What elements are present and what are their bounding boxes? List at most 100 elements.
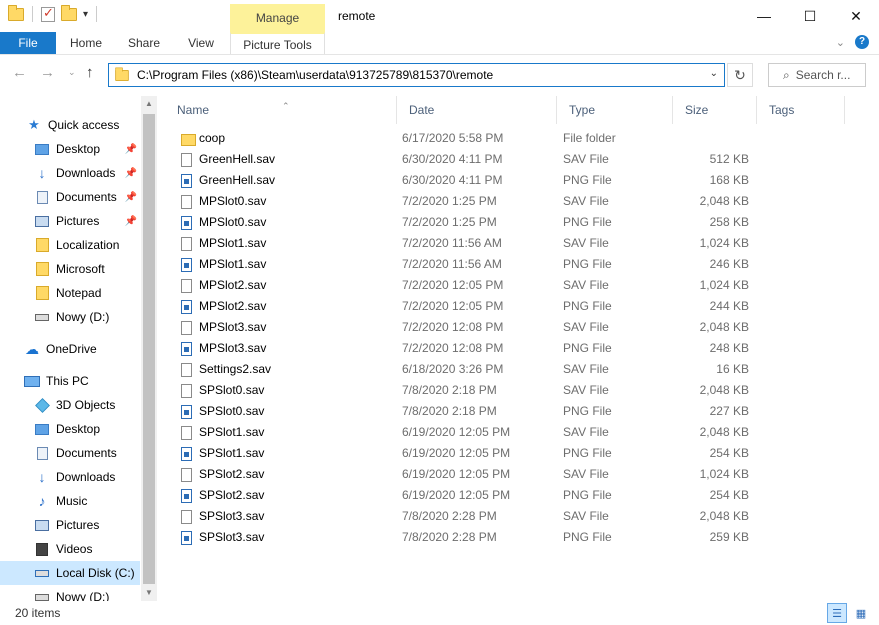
nav-item-pictures[interactable]: Pictures 📌 (34, 210, 140, 232)
file-date: 6/19/2020 12:05 PM (402, 467, 511, 481)
nav-label: Pictures (56, 214, 100, 228)
file-row[interactable]: SPSlot1.sav 6/19/2020 12:05 PM SAV File 2,0… (165, 422, 765, 443)
file-row[interactable]: SPSlot2.sav 6/19/2020 12:05 PM PNG File 254… (165, 485, 765, 506)
help-icon[interactable]: ? (855, 35, 869, 49)
refresh-button[interactable]: ↻ (727, 63, 753, 87)
file-row[interactable]: Settings2.sav 6/18/2020 3:26 PM SAV File 16… (165, 359, 765, 380)
tab-share[interactable]: Share (116, 32, 172, 54)
nav-item-local-disk-c[interactable]: Local Disk (C:) (0, 561, 140, 585)
minimize-button[interactable]: — (741, 0, 787, 32)
file-row[interactable]: SPSlot0.sav 7/8/2020 2:18 PM PNG File 227 K… (165, 401, 765, 422)
nav-label: Desktop (56, 422, 101, 436)
forward-arrow-icon[interactable]: → (40, 64, 55, 81)
nav-item-pc-documents[interactable]: Documents (34, 442, 157, 464)
expand-ribbon-icon[interactable]: ⌄ (836, 36, 845, 49)
file-row[interactable]: MPSlot3.sav 7/2/2020 12:08 PM PNG File 248 … (165, 338, 765, 359)
up-arrow-icon[interactable]: ↑ (86, 64, 94, 81)
pin-icon[interactable]: 📌 (125, 216, 137, 227)
pin-icon[interactable]: 📌 (125, 168, 137, 179)
nav-item-pc-desktop[interactable]: Desktop (34, 418, 157, 440)
tab-picture-tools[interactable]: Picture Tools (230, 32, 325, 54)
file-row[interactable]: SPSlot3.sav 7/8/2020 2:28 PM PNG File 259 K… (165, 527, 765, 548)
file-size: 254 KB (709, 446, 749, 460)
back-arrow-icon[interactable]: ← (12, 64, 27, 81)
file-row[interactable]: MPSlot0.sav 7/2/2020 1:25 PM SAV File 2,048… (165, 191, 765, 212)
tab-home[interactable]: Home (58, 32, 114, 54)
details-view-icon[interactable]: ☰ (827, 603, 847, 623)
column-header-name[interactable]: Name ⌃ (165, 96, 397, 124)
nav-item-music[interactable]: ♪ Music (34, 490, 157, 512)
file-row[interactable]: MPSlot1.sav 7/2/2020 11:56 AM PNG File 246 … (165, 254, 765, 275)
file-name: coop (199, 131, 226, 145)
nav-item-notepad[interactable]: Notepad (34, 282, 157, 304)
scroll-down-icon[interactable]: ▼ (141, 585, 157, 601)
column-header-tags[interactable]: Tags (757, 96, 845, 124)
folder-icon (34, 262, 50, 276)
new-folder-icon[interactable] (61, 4, 77, 21)
file-row[interactable]: SPSlot1.sav 6/19/2020 12:05 PM PNG File 254… (165, 443, 765, 464)
maximize-button[interactable]: ☐ (787, 0, 833, 32)
close-button[interactable]: ✕ (833, 0, 879, 32)
file-row[interactable]: SPSlot3.sav 7/8/2020 2:28 PM SAV File 2,048… (165, 506, 765, 527)
recent-locations-chevron-icon[interactable]: ⌄ (68, 67, 76, 78)
file-row[interactable]: MPSlot2.sav 7/2/2020 12:05 PM PNG File 244 … (165, 296, 765, 317)
column-header-size[interactable]: Size (673, 96, 757, 124)
file-row[interactable]: SPSlot0.sav 7/8/2020 2:18 PM SAV File 2,048… (165, 380, 765, 401)
column-header-date[interactable]: Date (397, 96, 557, 124)
nav-item-desktop[interactable]: Desktop 📌 (34, 138, 140, 160)
nav-item-pc-downloads[interactable]: ↓ Downloads (34, 466, 157, 488)
file-size: 2,048 KB (699, 320, 749, 334)
file-date: 7/2/2020 11:56 AM (402, 236, 502, 250)
nav-label: Documents (56, 446, 117, 460)
nav-item-pc-nowy-d[interactable]: Nowy (D:) (34, 586, 157, 601)
file-row[interactable]: MPSlot2.sav 7/2/2020 12:05 PM SAV File 1,02… (165, 275, 765, 296)
nav-item-documents[interactable]: Documents 📌 (34, 186, 140, 208)
title-bar: ▾ Manage remote — ☐ ✕ (0, 0, 879, 32)
address-bar[interactable]: C:\Program Files (x86)\Steam\userdata\91… (108, 63, 725, 87)
file-row[interactable]: coop 6/17/2020 5:58 PM File folder (165, 128, 765, 149)
pin-icon[interactable]: 📌 (125, 144, 137, 155)
search-icon: ⌕ (783, 67, 790, 82)
file-row[interactable]: MPSlot0.sav 7/2/2020 1:25 PM PNG File 258 K… (165, 212, 765, 233)
tab-file[interactable]: File (0, 32, 56, 54)
nav-scrollbar[interactable]: ▲ ▼ (141, 96, 157, 601)
nav-label: Microsoft (56, 262, 105, 276)
manage-context-tab[interactable]: Manage (230, 4, 325, 32)
sav-file-icon (181, 195, 192, 209)
tab-view[interactable]: View (174, 32, 228, 54)
sav-file-icon (181, 237, 192, 251)
customize-toolbar-dropdown-icon[interactable]: ▾ (83, 9, 88, 20)
file-row[interactable]: GreenHell.sav 6/30/2020 4:11 PM PNG File 16… (165, 170, 765, 191)
file-name: MPSlot0.sav (199, 194, 267, 208)
file-date: 6/30/2020 4:11 PM (402, 152, 503, 166)
nav-item-downloads[interactable]: ↓ Downloads 📌 (34, 162, 140, 184)
nav-item-3d-objects[interactable]: 3D Objects (34, 394, 157, 416)
scroll-thumb[interactable] (143, 114, 155, 584)
file-size: 246 KB (709, 257, 749, 271)
column-header-type[interactable]: Type (557, 96, 673, 124)
nav-item-localization[interactable]: Localization (34, 234, 157, 256)
scroll-up-icon[interactable]: ▲ (141, 96, 157, 112)
large-icons-view-icon[interactable]: ▦ (851, 603, 871, 623)
search-box[interactable]: ⌕ Search r... (768, 63, 866, 87)
file-row[interactable]: MPSlot1.sav 7/2/2020 11:56 AM SAV File 1,02… (165, 233, 765, 254)
nav-this-pc[interactable]: This PC (24, 370, 157, 392)
pin-icon[interactable]: 📌 (125, 192, 137, 203)
file-date: 7/2/2020 12:05 PM (402, 299, 504, 313)
search-input[interactable]: Search r... (796, 68, 851, 82)
properties-icon[interactable] (41, 5, 55, 22)
nav-quick-access[interactable]: ★ Quick access (26, 114, 157, 136)
file-row[interactable]: MPSlot3.sav 7/2/2020 12:08 PM SAV File 2,04… (165, 317, 765, 338)
file-size: 254 KB (709, 488, 749, 502)
nav-item-videos[interactable]: Videos (34, 538, 157, 560)
address-dropdown-icon[interactable]: ⌄ (710, 68, 718, 79)
nav-onedrive[interactable]: ☁ OneDrive (24, 338, 157, 360)
address-path[interactable]: C:\Program Files (x86)\Steam\userdata\91… (137, 68, 493, 82)
nav-item-nowy-d[interactable]: Nowy (D:) (34, 306, 157, 328)
file-size: 248 KB (709, 341, 749, 355)
file-row[interactable]: GreenHell.sav 6/30/2020 4:11 PM SAV File 51… (165, 149, 765, 170)
nav-item-pc-pictures[interactable]: Pictures (34, 514, 157, 536)
nav-item-microsoft[interactable]: Microsoft (34, 258, 157, 280)
file-row[interactable]: SPSlot2.sav 6/19/2020 12:05 PM SAV File 1,0… (165, 464, 765, 485)
computer-icon (24, 374, 40, 388)
